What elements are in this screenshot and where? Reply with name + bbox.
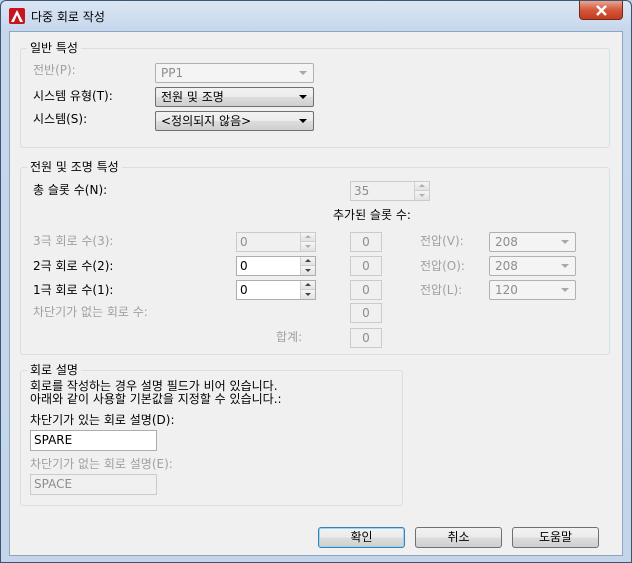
system-type-select-value: 전원 및 조명 <box>161 90 224 104</box>
voltage-l-value: 120 <box>495 283 518 297</box>
close-button[interactable] <box>579 1 623 20</box>
description-info-line-2: 아래와 같이 사용할 기본값을 지정할 수 있습니다.: <box>30 392 282 406</box>
cancel-button[interactable]: 취소 <box>415 527 502 548</box>
panel-select-value: PP1 <box>161 66 184 80</box>
voltage-v-label: 전압(V): <box>420 234 464 248</box>
three-pole-value: 0 <box>240 235 248 249</box>
spin-down-icon <box>415 191 429 200</box>
chevron-down-icon <box>561 240 569 244</box>
voltage-l-label: 전압(L): <box>420 283 463 297</box>
autocad-logo-icon <box>9 8 25 24</box>
panel-label: 전반(P): <box>33 63 76 77</box>
no-breaker-label: 차단기가 없는 회로 수: <box>33 305 148 319</box>
chevron-down-icon <box>561 264 569 268</box>
panel-select: PP1 <box>155 63 314 83</box>
total-slots-label: 총 슬롯 수(N): <box>33 183 108 197</box>
one-pole-label: 1극 회로 수(1): <box>33 283 114 297</box>
added-slots-label: 추가된 슬롯 수: <box>333 208 411 222</box>
two-pole-spinner[interactable]: 0 <box>236 256 316 276</box>
total-slots-spinner: 35 <box>350 181 430 201</box>
system-type-select[interactable]: 전원 및 조명 <box>155 87 314 107</box>
total-slots-value: 35 <box>354 184 370 198</box>
three-pole-added-slots: 0 <box>350 232 382 252</box>
chevron-down-icon <box>299 119 307 123</box>
circuit-description-title: 회로 설명 <box>27 363 81 377</box>
general-properties-title: 일반 특성 <box>27 41 81 55</box>
spin-up-icon[interactable] <box>301 257 315 266</box>
without-breaker-description-input: SPACE <box>30 474 157 495</box>
voltage-v-select: 208 <box>489 232 576 252</box>
two-pole-label: 2극 회로 수(2): <box>33 259 114 273</box>
with-breaker-description-label: 차단기가 있는 회로 설명(D): <box>30 413 175 427</box>
without-breaker-description-label: 차단기가 없는 회로 설명(E): <box>30 457 173 471</box>
voltage-l-select: 120 <box>489 280 576 300</box>
system-select-value: <정의되지 않음> <box>161 114 252 128</box>
spin-down-icon[interactable] <box>301 290 315 299</box>
voltage-o-value: 208 <box>495 259 518 273</box>
spin-down-icon <box>301 242 315 251</box>
no-breaker-added-slots: 0 <box>350 303 382 323</box>
ok-button[interactable]: 확인 <box>318 527 405 548</box>
description-info-line-1: 회로를 작성하는 경우 설명 필드가 비어 있습니다. <box>30 379 278 393</box>
spin-up-icon <box>415 182 429 191</box>
total-added-slots: 0 <box>350 328 382 348</box>
dialog-client-area: 일반 특성 전반(P): PP1 시스템 유형(T): 전원 및 조명 시스템(… <box>9 31 623 556</box>
dialog-window: 다중 회로 작성 일반 특성 전반(P): PP1 시스템 유형(T): 전원 … <box>0 0 632 563</box>
system-label: 시스템(S): <box>33 112 88 126</box>
with-breaker-description-input[interactable]: SPARE <box>30 430 157 451</box>
chevron-down-icon <box>561 288 569 292</box>
two-pole-added-slots: 0 <box>350 256 382 276</box>
voltage-o-select: 208 <box>489 256 576 276</box>
one-pole-value: 0 <box>240 283 248 297</box>
help-button[interactable]: 도움말 <box>512 527 599 548</box>
spin-down-icon[interactable] <box>301 266 315 275</box>
system-select[interactable]: <정의되지 않음> <box>155 111 314 131</box>
power-lighting-title: 전원 및 조명 특성 <box>27 160 122 174</box>
title-bar[interactable]: 다중 회로 작성 <box>1 1 631 31</box>
window-title: 다중 회로 작성 <box>31 10 105 24</box>
total-label: 합계: <box>276 330 303 344</box>
one-pole-added-slots: 0 <box>350 280 382 300</box>
system-type-label: 시스템 유형(T): <box>33 89 113 103</box>
spin-up-icon[interactable] <box>301 281 315 290</box>
three-pole-label: 3극 회로 수(3): <box>33 234 114 248</box>
two-pole-value: 0 <box>240 259 248 273</box>
one-pole-spinner[interactable]: 0 <box>236 280 316 300</box>
chevron-down-icon <box>299 71 307 75</box>
voltage-o-label: 전압(O): <box>420 259 465 273</box>
three-pole-spinner: 0 <box>236 232 316 252</box>
voltage-v-value: 208 <box>495 235 518 249</box>
chevron-down-icon <box>299 95 307 99</box>
spin-up-icon <box>301 233 315 242</box>
